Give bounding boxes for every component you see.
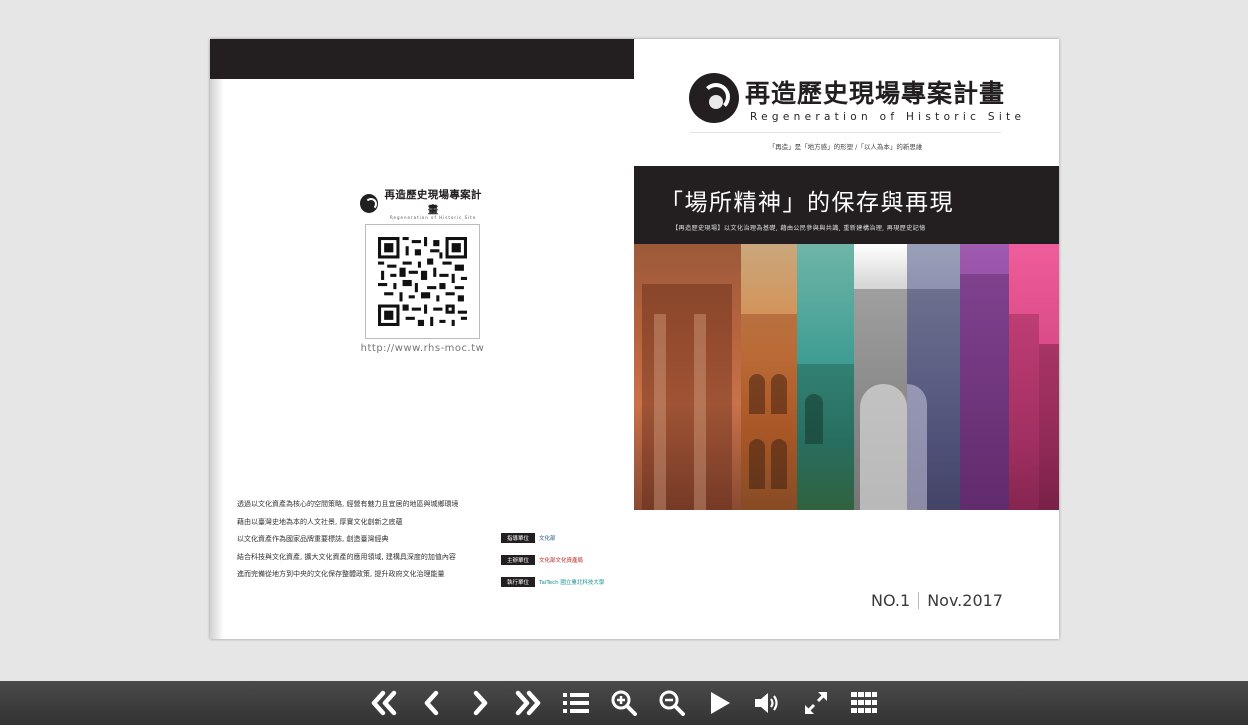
zoom-out-icon bbox=[659, 690, 685, 716]
table-of-contents-button[interactable] bbox=[552, 681, 600, 725]
sound-icon bbox=[755, 693, 778, 713]
mission-line: 結合科技與文化資產, 擴大文化資產的應用領域, 建構具深度的加值內容 bbox=[237, 552, 456, 561]
thumbnails-button[interactable] bbox=[840, 681, 888, 725]
photo-strip bbox=[741, 244, 797, 510]
last-page-icon bbox=[515, 690, 541, 716]
partner-row: 指導單位 文化部 bbox=[501, 527, 621, 549]
issue-divider bbox=[918, 592, 920, 609]
autoplay-icon bbox=[711, 692, 730, 714]
issue-date: Nov.2017 bbox=[927, 591, 1003, 610]
logo-mark-icon bbox=[360, 194, 379, 213]
photo-strip bbox=[1009, 244, 1059, 510]
left-page[interactable]: 再造歷史現場專案計畫 Regeneration of Historic Site bbox=[210, 39, 634, 639]
partner-org: TaiTech 國立臺北科技大學 bbox=[539, 580, 605, 586]
first-page-button[interactable] bbox=[360, 681, 408, 725]
photo-strip bbox=[960, 244, 1009, 510]
next-page-icon bbox=[473, 690, 488, 716]
autoplay-button[interactable] bbox=[696, 681, 744, 725]
mission-line: 透過以文化資產為核心的空間策略, 經營有魅力且宜居的地區與城鄉環境 bbox=[237, 500, 459, 508]
photo-strip bbox=[854, 244, 907, 510]
zoom-in-button[interactable] bbox=[600, 681, 648, 725]
headline-banner: 「場所精神」的保存與再現 【再造歷史現場】以文化治理為基礎, 藉由公民參與與共識… bbox=[634, 166, 1059, 244]
flipbook-spread[interactable]: 再造歷史現場專案計畫 Regeneration of Historic Site bbox=[210, 39, 1059, 639]
issue-number: NO.1 bbox=[871, 591, 911, 610]
photo-strip bbox=[797, 244, 854, 510]
cover-tagline: 「再造」是「地方感」的形塑 /「以人為本」的新思維 bbox=[768, 143, 923, 151]
next-page-button[interactable] bbox=[456, 681, 504, 725]
mission-line: 進而完備從地方到中央的文化保存整體政策, 提升政府文化治理能量 bbox=[237, 570, 445, 579]
top-band bbox=[210, 39, 634, 79]
previous-page-icon bbox=[424, 690, 439, 716]
small-logo-english: Regeneration of Historic Site bbox=[389, 215, 477, 220]
table-of-contents-icon bbox=[563, 693, 589, 713]
partner-row: 主辦單位 文化部文化資產局 bbox=[501, 549, 621, 571]
photo-strip bbox=[634, 244, 741, 510]
previous-page-button[interactable] bbox=[408, 681, 456, 725]
partner-list: 指導單位 文化部 主辦單位 文化部文化資產局 執行單位 TaiTech 國立臺北… bbox=[501, 527, 621, 593]
partner-org: 文化部 bbox=[539, 536, 556, 542]
small-logo-title: 再造歷史現場專案計畫 bbox=[384, 189, 482, 216]
logo-mark-icon bbox=[689, 73, 739, 123]
cover-logo: 再造歷史現場專案計畫 Regeneration of Historic Site bbox=[689, 73, 1025, 123]
last-page-button[interactable] bbox=[504, 681, 552, 725]
first-page-icon bbox=[371, 690, 397, 716]
qr-code-icon bbox=[378, 237, 467, 326]
headline: 「場所精神」的保存與再現 bbox=[660, 190, 954, 216]
subheadline: 【再造歷史現場】以文化治理為基礎, 藉由公民參與與共識, 重新建構治理, 再現歷… bbox=[672, 225, 926, 232]
right-page[interactable]: 再造歷史現場專案計畫 Regeneration of Historic Site… bbox=[634, 39, 1059, 639]
website-url: http://www.rhs-moc.tw bbox=[360, 343, 485, 354]
mission-line: 藉由以臺灣史地為本的人文社景, 厚實文化創新之底蘊 bbox=[237, 517, 403, 526]
partner-role: 執行單位 bbox=[501, 577, 535, 587]
cover-title: 再造歷史現場專案計畫 bbox=[745, 78, 1006, 108]
partner-role: 主辦單位 bbox=[501, 555, 535, 565]
small-logo: 再造歷史現場專案計畫 Regeneration of Historic Site bbox=[360, 187, 485, 220]
photo-strip bbox=[907, 244, 960, 510]
partner-role: 指導單位 bbox=[501, 533, 535, 543]
fullscreen-icon bbox=[805, 692, 827, 714]
mission-line: 以文化資產作為國家品牌重要標誌, 創造臺灣經典 bbox=[237, 535, 389, 544]
divider bbox=[690, 132, 1001, 133]
issue-info: NO.1 Nov.2017 bbox=[871, 591, 1003, 610]
zoom-in-icon bbox=[611, 690, 637, 716]
thumbnails-icon bbox=[851, 692, 877, 713]
mission-text: 透過以文化資產為核心的空間策略, 經營有魅力且宜居的地區與城鄉環境 藉由以臺灣史… bbox=[237, 499, 487, 587]
fullscreen-button[interactable] bbox=[792, 681, 840, 725]
partner-row: 執行單位 TaiTech 國立臺北科技大學 bbox=[501, 571, 621, 593]
cover-photo-collage bbox=[634, 244, 1059, 510]
partner-org: 文化部文化資產局 bbox=[539, 558, 584, 564]
viewer-toolbar bbox=[0, 681, 1248, 725]
qr-block: 再造歷史現場專案計畫 Regeneration of Historic Site bbox=[360, 187, 485, 354]
qr-code bbox=[365, 224, 480, 339]
zoom-out-button[interactable] bbox=[648, 681, 696, 725]
sound-button[interactable] bbox=[744, 681, 792, 725]
cover-english-title: Regeneration of Historic Site bbox=[750, 110, 1026, 123]
